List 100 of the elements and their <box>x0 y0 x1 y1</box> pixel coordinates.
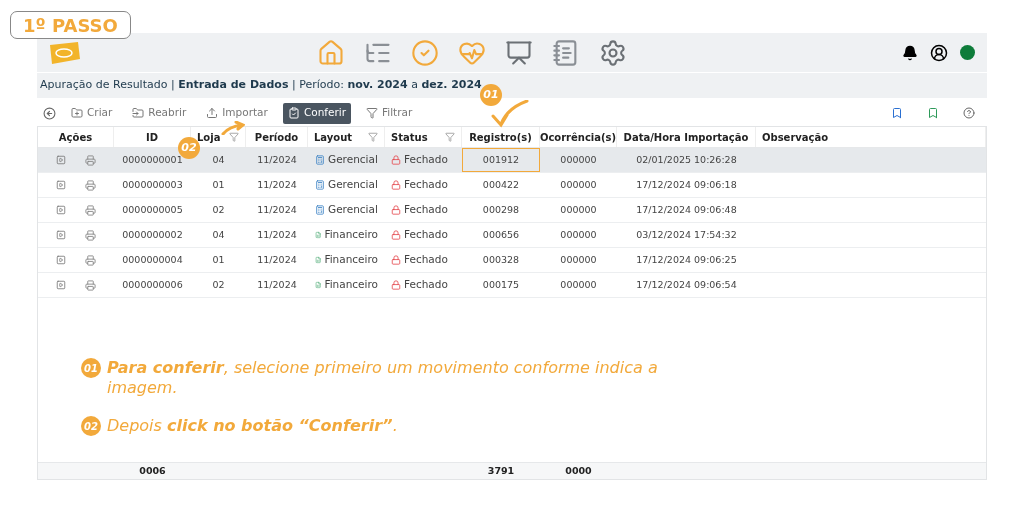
reopen-button[interactable]: Reabrir <box>127 102 192 124</box>
step-number-badge: 01 <box>480 84 502 106</box>
printer-icon[interactable] <box>85 154 97 166</box>
table-cell-text: 001912 <box>482 152 520 167</box>
play-icon[interactable] <box>55 230 66 240</box>
table-cell-text: 02/01/2025 10:26:28 <box>636 152 737 167</box>
breadcrumb: Apuração de Resultado | Entrada de Dados | Período: nov. 2024 a dez. 2024 <box>40 77 482 94</box>
table-cell-text: 000175 <box>482 277 520 292</box>
filter-icon[interactable] <box>229 132 239 142</box>
table-cell-text: 02 <box>212 277 225 292</box>
total-cell-text: 3791 <box>487 463 515 478</box>
play-icon[interactable] <box>55 180 66 190</box>
table-cell: Fechado <box>404 252 448 268</box>
create-icon <box>71 107 83 119</box>
table-cell-text: 11/2024 <box>257 277 297 292</box>
table-cell-text: 000298 <box>482 202 520 217</box>
filter-icon <box>366 107 378 119</box>
notification-icon[interactable] <box>902 44 918 61</box>
instruction-text: Para conferir, selecione primeiro um movimento conforme indica a imagem. <box>107 358 659 398</box>
table-cell-text: 0000000004 <box>122 252 183 267</box>
table-cell: Fechado <box>404 177 448 193</box>
table-cell: Financeiro <box>324 277 378 293</box>
help-icon[interactable] <box>963 107 975 119</box>
play-icon[interactable] <box>55 280 66 290</box>
table-cell: Gerencial <box>328 202 378 218</box>
table-cell: Fechado <box>404 152 448 168</box>
calculator-icon <box>315 155 325 165</box>
check-icon <box>287 107 300 119</box>
lock-icon <box>391 280 401 290</box>
table-cell-text: 01 <box>212 177 225 192</box>
table-cell: Financeiro <box>324 227 378 243</box>
table-cell-text: 11/2024 <box>257 152 297 167</box>
table-cell-text: 000000 <box>560 202 597 217</box>
table-cell: Fechado <box>404 227 448 243</box>
create-button[interactable]: Criar <box>66 102 118 124</box>
bookmark-icon[interactable] <box>891 107 903 119</box>
table-cell-text: 11/2024 <box>257 252 297 267</box>
logo-icon <box>47 41 81 64</box>
table-cell-text: 17/12/2024 09:06:54 <box>636 277 737 292</box>
table-cell-text: 000000 <box>560 252 597 267</box>
lock-icon <box>391 155 401 165</box>
printer-icon[interactable] <box>85 204 97 216</box>
table-cell: Gerencial <box>328 177 378 193</box>
import-icon <box>206 107 219 119</box>
printer-icon[interactable] <box>85 279 97 291</box>
table-cell-text: 11/2024 <box>257 177 297 192</box>
filter-button[interactable]: Filtrar <box>361 102 418 124</box>
table-cell-text: 17/12/2024 09:06:18 <box>636 177 737 192</box>
table-cell-text: 03/12/2024 17:54:32 <box>636 227 737 242</box>
table-cell-text: 0000000005 <box>122 202 183 217</box>
table-cell-text: 17/12/2024 09:06:48 <box>636 202 737 217</box>
calculator-icon <box>315 205 325 215</box>
import-button[interactable]: Importar <box>201 102 273 124</box>
total-cell-text: 0006 <box>139 463 166 478</box>
user-icon[interactable] <box>930 43 948 62</box>
column-header: Registro(s) <box>469 130 532 145</box>
lock-icon <box>391 180 401 190</box>
printer-icon[interactable] <box>85 254 97 266</box>
filter-icon[interactable] <box>368 132 378 142</box>
printer-icon[interactable] <box>85 179 97 191</box>
filter-icon[interactable] <box>445 132 455 142</box>
table-cell-text: 0000000002 <box>122 227 183 242</box>
table-cell-text: 000000 <box>560 227 597 242</box>
lock-icon <box>391 255 401 265</box>
step-number-badge: 01 <box>81 358 101 378</box>
table-cell-text: 02 <box>212 202 225 217</box>
lock-icon <box>391 205 401 215</box>
table-cell-text: 11/2024 <box>257 202 297 217</box>
table-cell-text: 000000 <box>560 177 597 192</box>
table-cell: Fechado <box>404 202 448 218</box>
column-header: Ações <box>58 130 93 145</box>
table-cell: Financeiro <box>324 252 378 268</box>
calculator-icon <box>315 180 325 190</box>
table-cell: Fechado <box>404 277 448 293</box>
check-circle-icon[interactable] <box>409 37 440 68</box>
spreadsheet-icon <box>315 230 322 240</box>
play-icon[interactable] <box>55 155 66 165</box>
table-cell-text: 04 <box>212 152 225 167</box>
table-cell-text: 0000000006 <box>122 277 183 292</box>
table-cell-text: 04 <box>212 227 225 242</box>
table-cell-text: 0000000003 <box>122 177 183 192</box>
play-icon[interactable] <box>55 255 66 265</box>
back-icon[interactable] <box>43 106 56 120</box>
reopen-icon <box>132 107 145 119</box>
check-button[interactable]: Conferir <box>282 102 351 124</box>
table-cell-text: 17/12/2024 09:06:25 <box>636 252 737 267</box>
column-header: Observação <box>762 130 829 145</box>
table-cell-text: 01 <box>212 252 225 267</box>
table-cell: Gerencial <box>328 152 378 168</box>
play-icon[interactable] <box>55 205 66 215</box>
printer-icon[interactable] <box>85 229 97 241</box>
bookmark-icon[interactable] <box>927 107 939 119</box>
column-header: Data/Hora Importação <box>623 130 749 145</box>
step-number-badge: 02 <box>81 416 101 436</box>
table-cell-text: 11/2024 <box>257 227 297 242</box>
spreadsheet-icon <box>315 280 322 290</box>
lock-icon <box>391 230 401 240</box>
instruction-text: Depois click no botão “Conferir”. <box>107 416 398 436</box>
column-header: ID <box>146 130 158 145</box>
pointer-arrow <box>221 121 245 135</box>
